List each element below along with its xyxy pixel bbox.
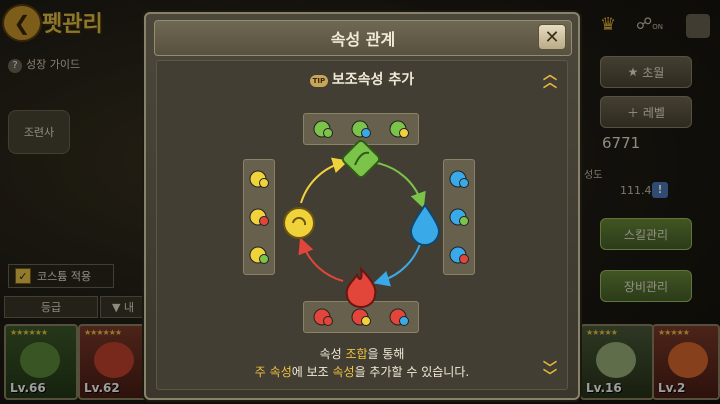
dialog-content: TIP 보조속성 추가 ︿ ︿ 속성 조합을 통해 주 속성에 보조 속성을 추…: [156, 60, 568, 390]
caption-highlight: 속성: [332, 365, 355, 379]
fire-water-combo-icon: [389, 308, 409, 326]
caption-line-2: 주 속성에 보조 속성을 추가할 수 있습니다.: [157, 363, 567, 380]
water-element-icon: [409, 203, 441, 246]
tip-icon: TIP: [309, 75, 328, 87]
caption-text: 에 보조: [291, 365, 333, 379]
caption-line-1: 속성 조합을 통해: [157, 345, 567, 362]
dialog-title: 속성 관계: [154, 20, 572, 56]
arrow-water-to-fire: [373, 240, 422, 287]
section-title-text: 보조속성 추가: [331, 72, 415, 88]
arrow-light-to-grass: [300, 157, 349, 204]
arrow-grass-to-water: [376, 162, 426, 209]
caption-text: 속성: [319, 347, 346, 361]
grass-element-icon: [341, 139, 381, 179]
element-cycle-diagram: [283, 139, 441, 308]
grass-water-combo-icon: [351, 120, 371, 138]
caption-highlight: 조합: [345, 347, 368, 361]
water-grass-combo-icon: [449, 208, 469, 226]
fire-fire-combo-icon: [313, 308, 333, 326]
caption-highlight: 주 속성: [254, 365, 292, 379]
water-fire-combo-icon: [449, 246, 469, 264]
section-title: TIP 보조속성 추가: [157, 69, 567, 89]
right-combo-panel: [443, 159, 475, 275]
light-element-icon: [283, 207, 315, 239]
grass-grass-combo-icon: [313, 120, 333, 138]
attribute-relation-dialog: 속성 관계 ✕ TIP 보조속성 추가 ︿ ︿ 속성 조합을 통해 주 속성에 …: [144, 12, 580, 400]
caption-text: 을 통해: [367, 347, 405, 361]
scroll-up-icon[interactable]: ︿ ︿: [543, 68, 557, 90]
scroll-down-icon[interactable]: ﹀ ﹀: [543, 362, 557, 384]
fire-light-combo-icon: [351, 308, 371, 326]
arrow-fire-to-light: [298, 237, 344, 282]
fire-element-icon: [345, 266, 377, 308]
water-water-combo-icon: [449, 170, 469, 188]
left-combo-panel: [243, 159, 275, 275]
light-fire-combo-icon: [249, 208, 269, 226]
grass-light-combo-icon: [389, 120, 409, 138]
caption-text: 을 추가할 수 있습니다.: [354, 365, 470, 379]
light-light-combo-icon: [249, 170, 269, 188]
close-icon[interactable]: ✕: [538, 24, 566, 50]
light-grass-combo-icon: [249, 246, 269, 264]
